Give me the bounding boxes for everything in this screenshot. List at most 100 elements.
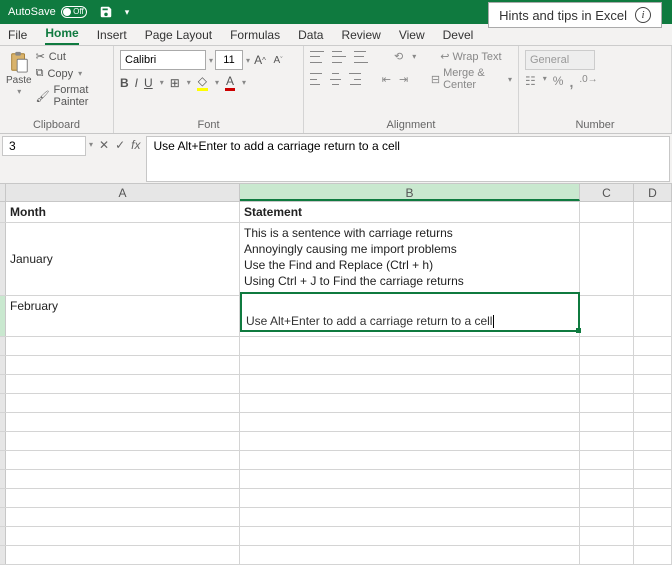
cell[interactable] bbox=[580, 375, 634, 393]
bold-button[interactable]: B bbox=[120, 76, 129, 90]
cell[interactable] bbox=[634, 413, 672, 431]
cell[interactable] bbox=[580, 508, 634, 526]
cell[interactable] bbox=[580, 470, 634, 488]
font-name-select[interactable] bbox=[120, 50, 206, 70]
tab-view[interactable]: View bbox=[399, 25, 425, 45]
fill-color-button[interactable]: ◇ bbox=[197, 74, 208, 91]
underline-button[interactable]: U bbox=[144, 76, 153, 90]
cell[interactable] bbox=[580, 202, 634, 222]
cell[interactable] bbox=[580, 296, 634, 336]
increase-indent-icon[interactable]: ⇥ bbox=[399, 73, 408, 86]
tab-home[interactable]: Home bbox=[45, 23, 78, 45]
cell[interactable] bbox=[580, 413, 634, 431]
cell[interactable] bbox=[634, 375, 672, 393]
comma-button[interactable]: , bbox=[569, 74, 573, 90]
tab-formulas[interactable]: Formulas bbox=[230, 25, 280, 45]
cell[interactable] bbox=[634, 337, 672, 355]
fx-icon[interactable]: fx bbox=[131, 138, 140, 152]
save-icon[interactable] bbox=[99, 5, 113, 19]
align-center-icon[interactable] bbox=[330, 73, 342, 85]
cut-button[interactable]: ✂Cut bbox=[36, 50, 107, 63]
cell[interactable] bbox=[580, 489, 634, 507]
merge-center-button[interactable]: ⊟Merge & Center▾ bbox=[431, 67, 512, 91]
chevron-down-icon[interactable]: ▾ bbox=[209, 56, 213, 65]
align-left-icon[interactable] bbox=[310, 73, 322, 85]
cell[interactable] bbox=[6, 356, 240, 374]
increase-decimal-icon[interactable]: .0→ bbox=[579, 74, 597, 90]
cell[interactable] bbox=[240, 527, 580, 545]
accounting-format-icon[interactable]: ☷ bbox=[525, 74, 536, 90]
cell[interactable]: Statement bbox=[240, 202, 580, 222]
chevron-down-icon[interactable]: ▾ bbox=[125, 7, 130, 18]
spreadsheet-grid[interactable]: A B C D Month Statement January This is … bbox=[0, 184, 672, 565]
fill-handle[interactable] bbox=[576, 328, 581, 333]
copy-button[interactable]: ⧉Copy▾ bbox=[36, 67, 107, 80]
cell[interactable] bbox=[580, 223, 634, 295]
name-box[interactable] bbox=[2, 136, 86, 156]
column-header-b[interactable]: B bbox=[240, 184, 580, 201]
cell[interactable] bbox=[6, 470, 240, 488]
cell[interactable] bbox=[240, 470, 580, 488]
cell[interactable] bbox=[240, 375, 580, 393]
cell[interactable] bbox=[6, 394, 240, 412]
tab-developer[interactable]: Devel bbox=[443, 25, 474, 45]
cell[interactable] bbox=[634, 202, 672, 222]
italic-button[interactable]: I bbox=[135, 76, 138, 90]
tab-file[interactable]: File bbox=[8, 25, 27, 45]
confirm-edit-icon[interactable]: ✓ bbox=[115, 138, 125, 152]
cell[interactable] bbox=[634, 432, 672, 450]
cell[interactable] bbox=[6, 527, 240, 545]
number-format-select[interactable] bbox=[525, 50, 595, 70]
cell[interactable] bbox=[6, 489, 240, 507]
cell[interactable]: January bbox=[6, 223, 240, 295]
decrease-indent-icon[interactable]: ⇤ bbox=[382, 73, 391, 86]
cell[interactable] bbox=[6, 546, 240, 564]
percent-button[interactable]: % bbox=[553, 74, 564, 90]
orientation-icon[interactable]: ⟲ bbox=[394, 50, 403, 63]
cell[interactable] bbox=[240, 489, 580, 507]
align-middle-icon[interactable] bbox=[332, 51, 346, 63]
column-header-d[interactable]: D bbox=[634, 184, 672, 201]
cell[interactable] bbox=[240, 337, 580, 355]
formula-input[interactable]: Use Alt+Enter to add a carriage return t… bbox=[146, 136, 670, 182]
autosave-toggle[interactable]: AutoSave Off bbox=[8, 6, 87, 18]
cell[interactable] bbox=[580, 546, 634, 564]
align-bottom-icon[interactable] bbox=[354, 51, 368, 63]
cell[interactable] bbox=[580, 394, 634, 412]
tab-insert[interactable]: Insert bbox=[97, 25, 127, 45]
cell[interactable] bbox=[634, 356, 672, 374]
cell[interactable]: Month bbox=[6, 202, 240, 222]
cell[interactable] bbox=[6, 375, 240, 393]
cell[interactable] bbox=[580, 356, 634, 374]
toggle-switch-icon[interactable]: Off bbox=[61, 6, 87, 18]
borders-icon[interactable]: ⊞ bbox=[170, 76, 180, 90]
cancel-edit-icon[interactable]: ✕ bbox=[99, 138, 109, 152]
cell[interactable] bbox=[634, 470, 672, 488]
info-icon[interactable]: i bbox=[635, 7, 651, 23]
cell[interactable] bbox=[634, 223, 672, 295]
decrease-font-icon[interactable]: Aˇ bbox=[270, 51, 286, 69]
font-size-select[interactable] bbox=[215, 50, 243, 70]
align-top-icon[interactable] bbox=[310, 51, 324, 63]
cell[interactable] bbox=[634, 527, 672, 545]
cell[interactable] bbox=[6, 451, 240, 469]
cell[interactable] bbox=[6, 508, 240, 526]
cell[interactable]: This is a sentence with carriage returns… bbox=[240, 223, 580, 295]
cell[interactable] bbox=[6, 432, 240, 450]
cell[interactable] bbox=[580, 432, 634, 450]
cell[interactable] bbox=[580, 337, 634, 355]
align-right-icon[interactable] bbox=[349, 73, 361, 85]
cell[interactable] bbox=[634, 296, 672, 336]
cell[interactable] bbox=[634, 489, 672, 507]
cell[interactable] bbox=[240, 546, 580, 564]
cell[interactable] bbox=[240, 451, 580, 469]
cell[interactable] bbox=[6, 413, 240, 431]
cell[interactable] bbox=[240, 413, 580, 431]
column-header-c[interactable]: C bbox=[580, 184, 634, 201]
cell[interactable] bbox=[580, 451, 634, 469]
cell[interactable]: February bbox=[6, 296, 240, 336]
cell[interactable] bbox=[240, 508, 580, 526]
cell[interactable] bbox=[634, 394, 672, 412]
tab-review[interactable]: Review bbox=[341, 25, 380, 45]
increase-font-icon[interactable]: A^ bbox=[252, 51, 268, 69]
